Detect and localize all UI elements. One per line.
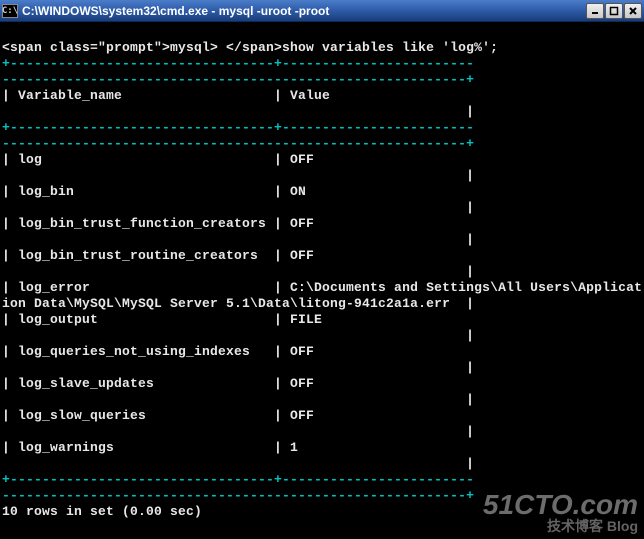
- window-title: C:\WINDOWS\system32\cmd.exe - mysql -uro…: [22, 4, 329, 18]
- maximize-button[interactable]: [605, 3, 623, 19]
- window-titlebar: C:\ C:\WINDOWS\system32\cmd.exe - mysql …: [0, 0, 644, 22]
- terminal-output[interactable]: <span class="prompt">mysql> </span>show …: [0, 22, 644, 520]
- minimize-button[interactable]: [586, 3, 604, 19]
- cmd-icon: C:\: [2, 4, 18, 18]
- watermark-sub: 技术博客 Blog: [483, 519, 638, 533]
- window-controls: [585, 3, 642, 19]
- titlebar-left: C:\ C:\WINDOWS\system32\cmd.exe - mysql …: [2, 4, 329, 18]
- close-button[interactable]: [624, 3, 642, 19]
